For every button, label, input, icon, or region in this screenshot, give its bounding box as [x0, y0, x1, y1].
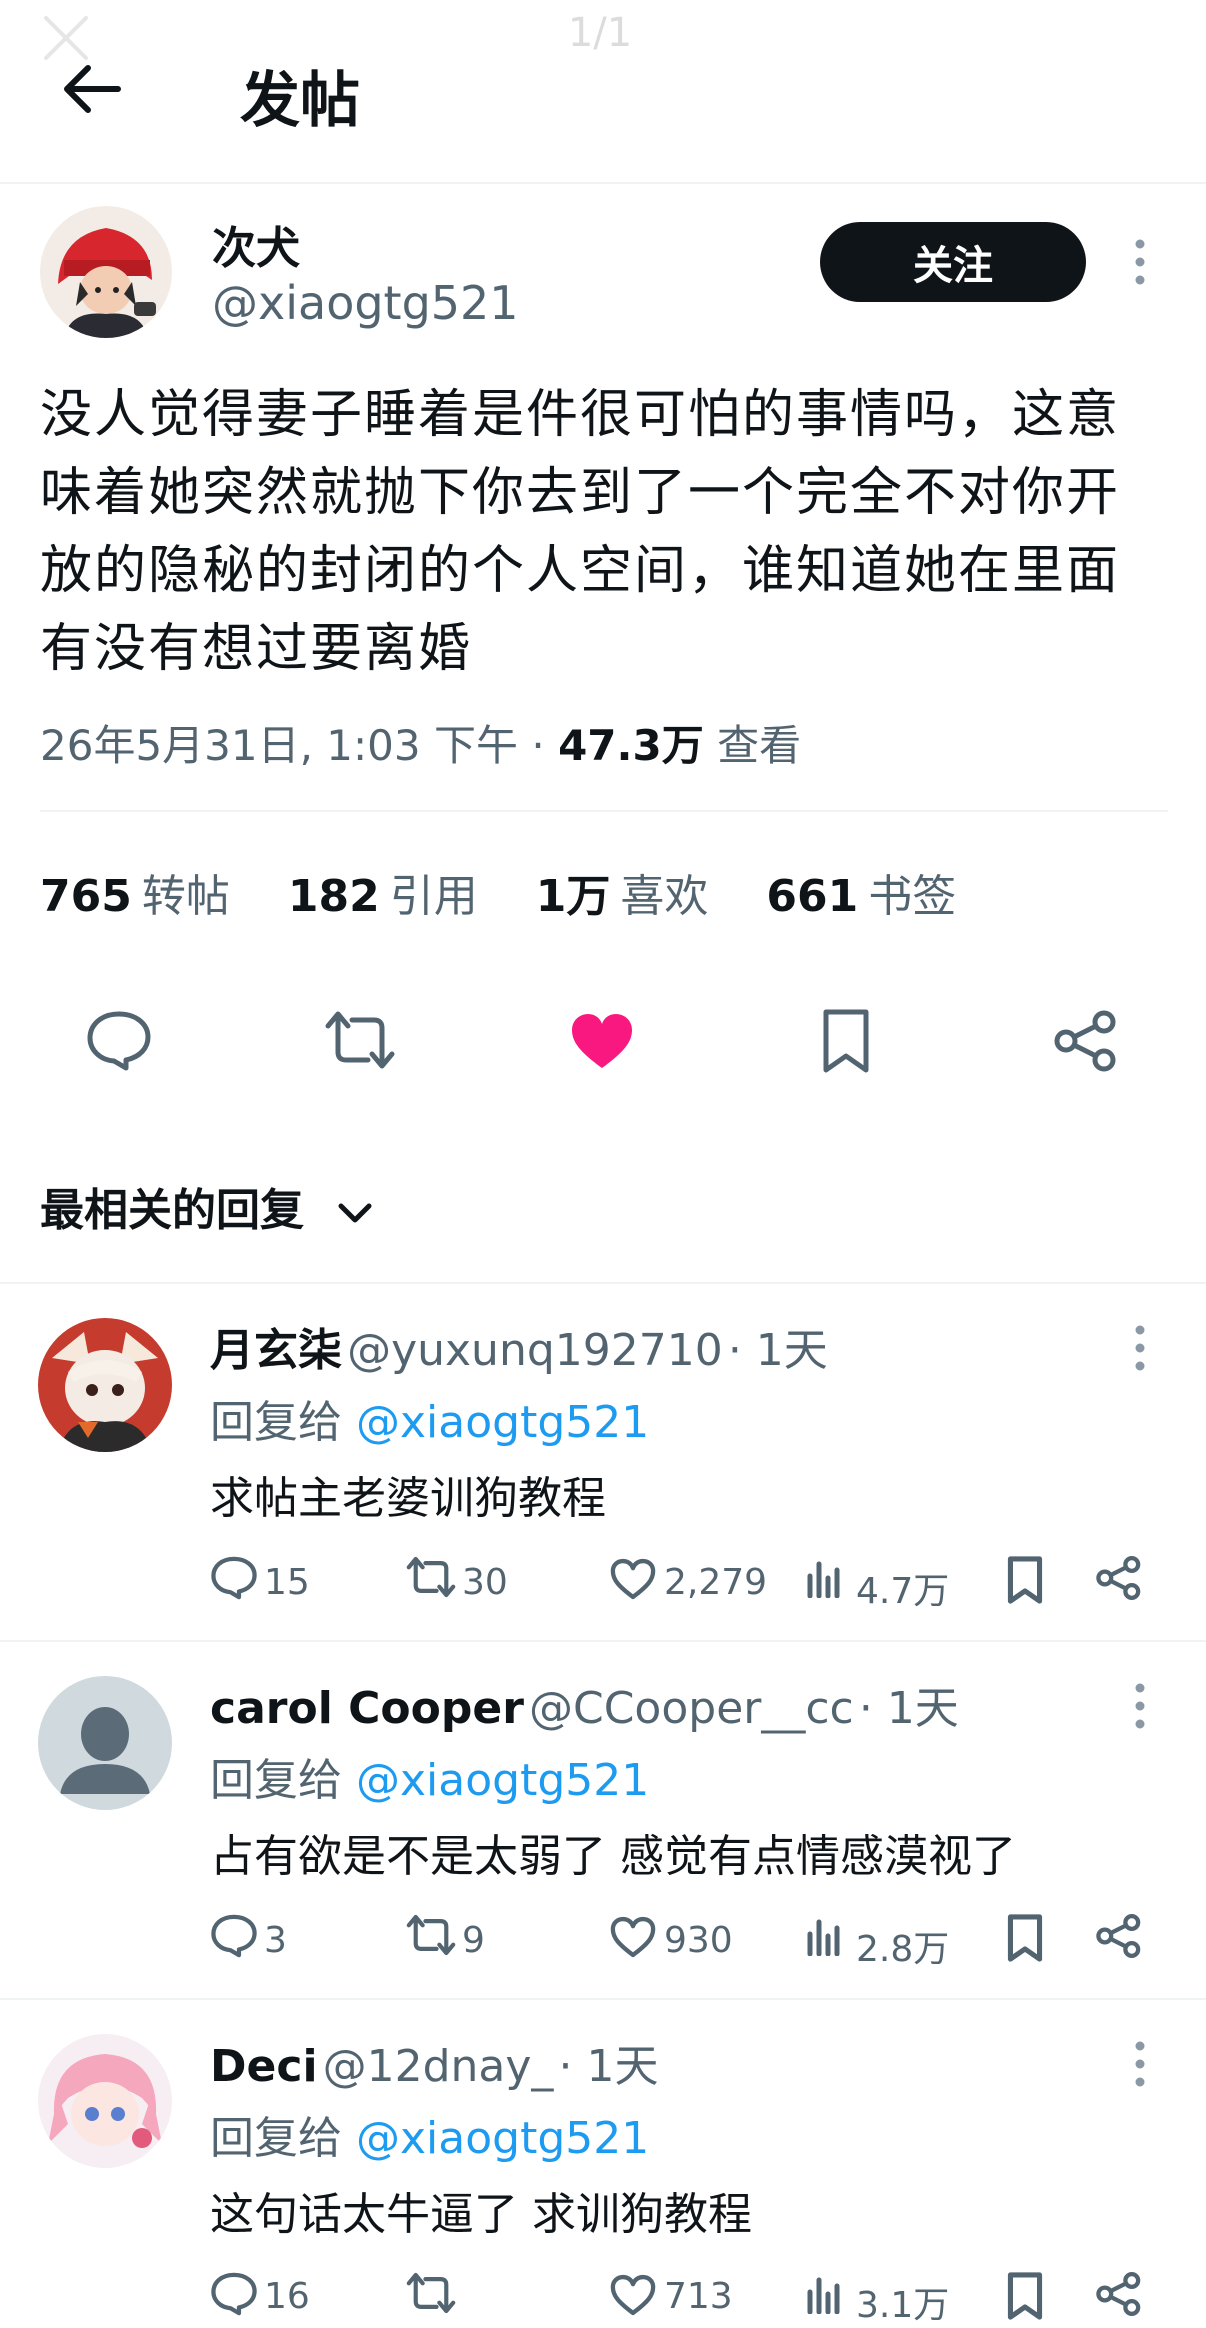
author-handle[interactable]: @xiaogtg521 [212, 276, 519, 330]
like-icon[interactable] [610, 1916, 656, 1958]
reply-header: 月玄柒 @yuxunq192710 · 1天 [210, 1314, 828, 1378]
reply-header: carol Cooper @CCooper__cc · 1天 [210, 1672, 959, 1736]
repost-count: 9 [462, 1920, 485, 1961]
bookmark-count[interactable]: 661 [766, 871, 858, 922]
analytics-icon[interactable] [806, 1916, 844, 1956]
bookmark-icon[interactable] [1006, 2272, 1044, 2320]
quote-label[interactable]: 引用 [390, 871, 478, 922]
more-options-icon[interactable] [1130, 2038, 1150, 2090]
views-count: 4.7万 [856, 1571, 950, 1612]
repost-icon[interactable] [406, 1914, 456, 1956]
reply-to-line: 回复给 @xiaogtg521 [210, 1744, 649, 1808]
more-options-icon[interactable] [1130, 1322, 1150, 1374]
reply-text: 这句话太牛逼了 求训狗教程 [210, 2189, 752, 2240]
share-icon[interactable] [1096, 2272, 1142, 2316]
share-icon[interactable] [1054, 1010, 1118, 1072]
view-label: 查看 [717, 721, 802, 770]
reply-count: 16 [264, 2276, 310, 2317]
reply-to-prefix: 回复给 [210, 1755, 342, 1806]
divider [0, 1998, 1206, 2000]
repost-count: 30 [462, 1562, 508, 1603]
repost-icon[interactable] [324, 1010, 396, 1070]
repost-count[interactable]: 765 [40, 871, 132, 922]
reply-avatar[interactable] [38, 2034, 172, 2168]
views-count: 3.1万 [856, 2285, 950, 2326]
more-options-icon[interactable] [1130, 1680, 1150, 1732]
post-meta: 26年5月31日, 1:03 下午 · 47.3万 查看 [40, 712, 801, 773]
chevron-down-icon [337, 1202, 373, 1224]
author-avatar[interactable] [40, 206, 172, 338]
like-heart-icon[interactable] [570, 1012, 634, 1070]
post-stats: 765 转帖 182 引用 1万 喜欢 661 书签 [40, 860, 1000, 924]
reply-count: 15 [264, 1562, 310, 1603]
reply-text: 占有欲是不是太弱了 感觉有点情感漠视了 [210, 1831, 1016, 1882]
divider [0, 1640, 1206, 1642]
reply-to-prefix: 回复给 [210, 1397, 342, 1448]
reply-author-handle[interactable]: @12dnay_ [323, 2041, 554, 2092]
page-title: 发帖 [240, 66, 360, 136]
divider [0, 1282, 1206, 1284]
reply-to-prefix: 回复给 [210, 2113, 342, 2164]
meta-separator: · [531, 721, 545, 770]
reply-text: 求帖主老婆训狗教程 [210, 1473, 606, 1524]
follow-button[interactable]: 关注 [820, 222, 1086, 302]
views-count: 2.8万 [856, 1929, 950, 1970]
post-text: 没人觉得妻子睡着是件很可怕的事情吗，这意味着她突然就抛下你去到了一个完全不对你开… [40, 385, 1121, 679]
reply-icon[interactable] [86, 1010, 152, 1072]
reply-author-name[interactable]: 月玄柒 [210, 1325, 342, 1376]
image-counter: 1/1 [567, 10, 633, 56]
reply-avatar[interactable] [38, 1676, 172, 1810]
reply-icon[interactable] [210, 2272, 258, 2316]
repost-icon[interactable] [406, 2272, 456, 2314]
reply-time: · 1天 [858, 1683, 959, 1734]
quote-count[interactable]: 182 [288, 871, 380, 922]
replies-sort-dropdown[interactable]: 最相关的回复 [40, 1174, 373, 1238]
reply-to-line: 回复给 @xiaogtg521 [210, 1386, 649, 1450]
like-count: 930 [664, 1920, 733, 1961]
more-options-icon[interactable] [1130, 236, 1150, 288]
bookmark-icon[interactable] [820, 1008, 872, 1074]
like-count: 2,279 [664, 1562, 768, 1603]
view-count: 47.3万 [558, 721, 704, 770]
like-count: 713 [664, 2276, 733, 2317]
reply-time: · 1天 [727, 1325, 828, 1376]
reply-to-link[interactable]: @xiaogtg521 [356, 1755, 649, 1806]
author-name[interactable]: 次犬 [212, 212, 300, 276]
like-icon[interactable] [610, 2274, 656, 2316]
share-icon[interactable] [1096, 1556, 1142, 1600]
reply-to-line: 回复给 @xiaogtg521 [210, 2102, 649, 2166]
bookmark-icon[interactable] [1006, 1556, 1044, 1604]
bookmark-label[interactable]: 书签 [868, 871, 956, 922]
reply-header: Deci @12dnay_ · 1天 [210, 2030, 659, 2094]
analytics-icon[interactable] [806, 1558, 844, 1598]
reply-author-handle[interactable]: @CCooper__cc [529, 1683, 854, 1734]
like-label[interactable]: 喜欢 [620, 871, 708, 922]
reply-avatar[interactable] [38, 1318, 172, 1452]
reply-author-name[interactable]: Deci [210, 2041, 318, 2092]
reply-icon[interactable] [210, 1914, 258, 1958]
bookmark-icon[interactable] [1006, 1914, 1044, 1962]
repost-label[interactable]: 转帖 [142, 871, 230, 922]
reply-author-name[interactable]: carol Cooper [210, 1683, 524, 1734]
reply-to-link[interactable]: @xiaogtg521 [356, 1397, 649, 1448]
reply-icon[interactable] [210, 1556, 258, 1600]
share-icon[interactable] [1096, 1914, 1142, 1958]
repost-icon[interactable] [406, 1556, 456, 1598]
reply-time: · 1天 [558, 2041, 659, 2092]
reply-to-link[interactable]: @xiaogtg521 [356, 2113, 649, 2164]
reply-count: 3 [264, 1920, 287, 1961]
replies-section-title: 最相关的回复 [40, 1185, 304, 1236]
like-count[interactable]: 1万 [536, 871, 611, 922]
reply-author-handle[interactable]: @yuxunq192710 [347, 1325, 723, 1376]
post-timestamp: 26年5月31日, 1:03 下午 [40, 721, 518, 770]
divider [40, 810, 1168, 812]
like-icon[interactable] [610, 1558, 656, 1600]
back-arrow-icon[interactable] [58, 56, 124, 122]
analytics-icon[interactable] [806, 2274, 844, 2314]
